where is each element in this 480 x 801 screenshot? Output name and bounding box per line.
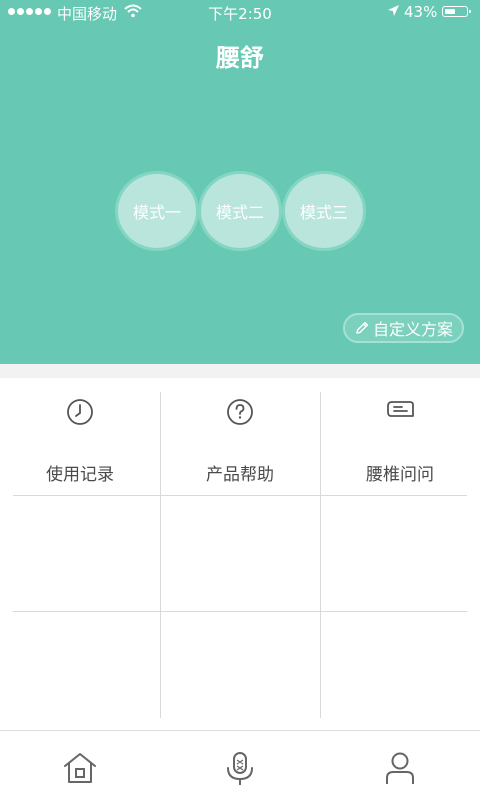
product-help-item[interactable]: 产品帮助 bbox=[160, 392, 320, 495]
custom-plan-button[interactable]: 自定义方案 bbox=[343, 313, 464, 343]
custom-plan-label: 自定义方案 bbox=[372, 320, 453, 339]
grid-divider bbox=[13, 495, 467, 496]
usage-record-label: 使用记录 bbox=[46, 465, 114, 485]
mode-one-button[interactable]: 模式一 bbox=[118, 174, 196, 248]
mode-three-label: 模式三 bbox=[299, 203, 348, 222]
header: 中国移动 下午2:50 43% 腰舒 模式一 模式二 模式三 自定义方案 bbox=[0, 0, 480, 364]
bottom-tab-bar bbox=[0, 730, 480, 801]
tab-profile[interactable] bbox=[320, 731, 480, 801]
chat-icon bbox=[387, 401, 414, 417]
grid-divider bbox=[13, 611, 467, 612]
microphone-icon bbox=[227, 752, 253, 785]
battery-percent: 43% bbox=[404, 3, 438, 21]
tab-voice[interactable] bbox=[160, 731, 320, 801]
section-divider bbox=[0, 364, 480, 378]
mode-one-label: 模式一 bbox=[132, 203, 181, 222]
product-help-label: 产品帮助 bbox=[206, 465, 274, 485]
mode-three-button[interactable]: 模式三 bbox=[285, 174, 363, 248]
home-icon bbox=[64, 753, 96, 783]
battery-icon bbox=[442, 6, 471, 17]
help-icon bbox=[227, 399, 253, 425]
user-icon bbox=[386, 752, 414, 784]
page-title: 腰舒 bbox=[216, 44, 264, 72]
mode-two-label: 模式二 bbox=[215, 203, 264, 222]
usage-record-item[interactable]: 使用记录 bbox=[0, 392, 160, 495]
lumbar-qa-label: 腰椎问问 bbox=[366, 465, 434, 485]
location-arrow-icon bbox=[388, 5, 399, 16]
status-bar: 中国移动 下午2:50 43% bbox=[0, 0, 480, 24]
mode-two-button[interactable]: 模式二 bbox=[201, 174, 279, 248]
pencil-icon bbox=[356, 321, 369, 334]
clock-icon bbox=[67, 399, 93, 425]
lumbar-qa-item[interactable]: 腰椎问问 bbox=[320, 392, 480, 495]
tab-home[interactable] bbox=[0, 731, 160, 801]
